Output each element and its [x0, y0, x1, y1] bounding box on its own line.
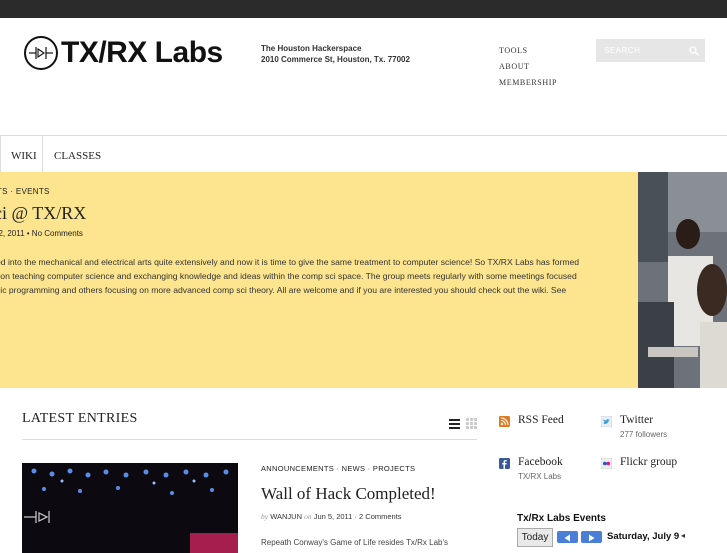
post-meta: by WANJUN on Jun 5, 2011 · 2 Comments: [261, 512, 402, 521]
featured-categories[interactable]: TS · EVENTS: [0, 187, 50, 196]
post-excerpt: Repeath Conway's Game of Life resides Tx…: [261, 538, 448, 547]
nav-tools[interactable]: TOOLS: [499, 43, 557, 59]
facebook-page-name: TX/RX Labs: [518, 472, 562, 481]
tagline-name: The Houston Hackerspace: [261, 44, 362, 53]
arrow-right-icon: [589, 534, 595, 542]
nav-classes[interactable]: CLASSES: [54, 136, 101, 172]
featured-excerpt-line: l on teaching computer science and excha…: [0, 271, 577, 281]
post-author[interactable]: WANJUN: [270, 512, 302, 521]
featured-slide[interactable]: TS · EVENTS ci @ TX/RX 12, 2011 • No Com…: [0, 172, 638, 388]
featured-meta: 12, 2011 • No Comments: [0, 229, 83, 238]
rss-icon: [499, 416, 510, 427]
twitter-followers: 277 followers: [620, 430, 668, 439]
list-view-icon[interactable]: [449, 418, 460, 429]
post-title[interactable]: Wall of Hack Completed!: [261, 484, 436, 504]
nav-membership[interactable]: MEMBERSHIP: [499, 75, 557, 91]
nav-divider: [0, 136, 1, 172]
post-by-label: by: [261, 512, 269, 521]
tagline-address: 2010 Commerce St, Houston, Tx. 77002: [261, 55, 410, 64]
nav-divider: [42, 136, 43, 172]
featured-title[interactable]: ci @ TX/RX: [0, 203, 86, 224]
featured-excerpt-line: sic programming and others focusing on m…: [0, 285, 567, 295]
arrow-left-icon: [564, 534, 570, 542]
featured-excerpt: ed into the mechanical and electrical ar…: [0, 255, 626, 297]
view-toggle: [449, 418, 477, 429]
nav-wiki[interactable]: WIKI: [11, 136, 37, 172]
twitter-icon: [601, 416, 612, 427]
featured-excerpt-line: ed into the mechanical and electrical ar…: [0, 257, 580, 267]
calendar-dropdown-caret[interactable]: ◂: [681, 531, 685, 540]
top-nav: TOOLS ABOUT MEMBERSHIP: [499, 43, 557, 91]
section-divider: [22, 439, 477, 440]
flickr-label: Flickr group: [620, 456, 678, 468]
calendar-today-button[interactable]: Today: [517, 528, 553, 547]
post-thumbnail[interactable]: [22, 463, 238, 553]
top-bar: [0, 0, 727, 18]
site-logo[interactable]: TX/RX Labs: [24, 36, 223, 70]
site-tagline: The Houston Hackerspace 2010 Commerce St…: [261, 43, 410, 65]
main-nav: WIKI CLASSES: [0, 135, 727, 172]
latest-entries-title: LATEST ENTRIES: [22, 411, 138, 426]
post-categories[interactable]: ANNOUNCEMENTS · NEWS · PROJECTS: [261, 464, 415, 473]
search-placeholder: SEARCH: [604, 46, 641, 55]
calendar-next-button[interactable]: [581, 531, 602, 543]
facebook-icon: [499, 458, 510, 469]
twitter-label: Twitter: [620, 414, 654, 426]
search-input[interactable]: SEARCH: [596, 39, 705, 62]
facebook-label: Facebook: [518, 456, 563, 468]
post-on-label: on: [304, 512, 312, 521]
flickr-icon: [601, 458, 612, 469]
events-title: Tx/Rx Labs Events: [517, 513, 606, 524]
calendar-prev-button[interactable]: [557, 531, 578, 543]
post-comments[interactable]: · 2 Comments: [354, 512, 401, 521]
logo-text: TX/RX Labs: [61, 36, 223, 69]
logo-circuit-icon: [24, 36, 58, 70]
search-icon[interactable]: [689, 45, 699, 56]
grid-view-icon[interactable]: [466, 418, 477, 429]
calendar-date: Saturday, July 9: [607, 531, 680, 542]
post-date: Jun 5, 2011: [313, 512, 353, 521]
rss-label: RSS Feed: [518, 414, 564, 426]
nav-about[interactable]: ABOUT: [499, 59, 557, 75]
featured-photo[interactable]: [638, 172, 727, 388]
